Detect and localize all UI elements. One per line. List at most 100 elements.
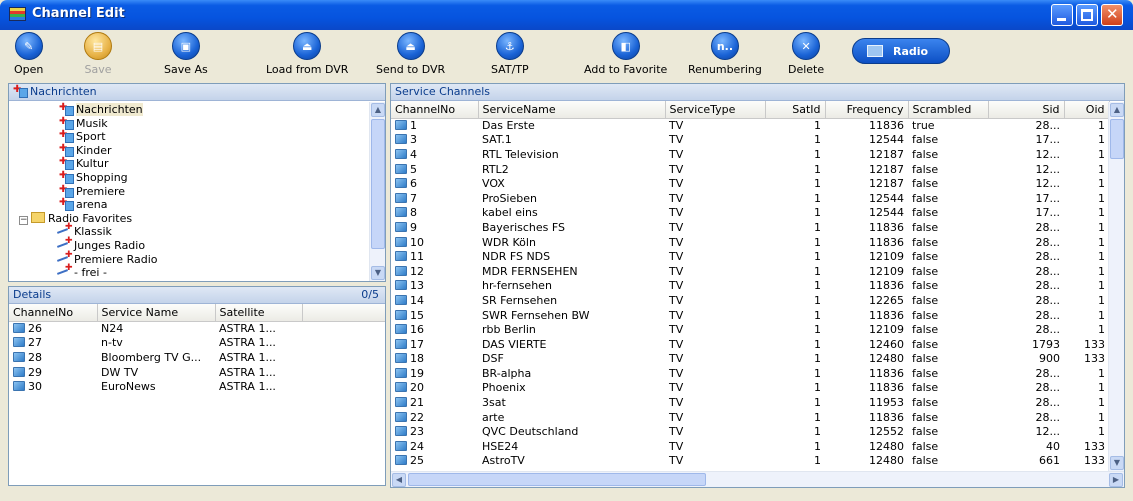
table-cell: 40 [1046,439,1060,453]
table-row[interactable]: 26 N24 ASTRA 1... [9,321,385,336]
service-scroll-right-icon[interactable]: ▶ [1109,473,1123,487]
table-row[interactable]: 11 NDR FS NDS TV 1 12109 false 28... 1 [391,249,1109,264]
table-cell: 11836 [869,235,904,249]
add-to-favorite-button[interactable]: ◧ Add to Favorite [584,32,667,76]
table-row[interactable]: 21 3sat TV 1 11953 false 28... 1 [391,395,1109,410]
tree-item-label: arena [76,198,108,212]
table-row[interactable]: 25 AstroTV TV 1 12480 false 661 133 [391,454,1109,469]
table-cell: 1 [814,264,821,278]
table-row[interactable]: 15 SWR Fernsehen BW TV 1 11836 false 28... 1 [391,308,1109,323]
maximize-button[interactable] [1076,4,1098,26]
tree-item[interactable]: - frei - [57,263,107,279]
table-row[interactable]: 22 arte TV 1 11836 false 28... 1 [391,410,1109,425]
table-row[interactable]: 12 MDR FERNSEHEN TV 1 12109 false 28... 1 [391,264,1109,279]
channel-number: 16 [410,323,424,337]
favorites-scrollbar[interactable]: ▲ ▼ [369,102,385,281]
table-row[interactable]: 16 rbb Berlin TV 1 12109 false 28... 1 [391,322,1109,337]
table-row[interactable]: 8 kabel eins TV 1 12544 false 17... 1 [391,206,1109,221]
service-hscrollbar[interactable]: ◀ ▶ [391,471,1124,487]
channel-number-cell: 22 [391,410,478,425]
table-cell: false [912,293,939,307]
table-row[interactable]: 23 QVC Deutschland TV 1 12552 false 12... 1 [391,424,1109,439]
tree-item[interactable]: Nachrichten [59,102,143,116]
scroll-down-arrow-icon[interactable]: ▼ [371,266,385,280]
table-row[interactable]: 28 Bloomberg TV G... ASTRA 1... [9,350,385,365]
save-button[interactable]: ▤ Save [84,32,112,76]
table-row[interactable]: 27 n-tv ASTRA 1... [9,336,385,351]
table-row[interactable]: 24 HSE24 TV 1 12480 false 40 133 [391,439,1109,454]
favorites-panel: Nachrichten NachrichtenMusikSportKinderK… [8,83,386,282]
table-row[interactable]: 6 VOX TV 1 12187 false 12... 1 [391,176,1109,191]
tree-item[interactable]: Kinder [59,143,112,157]
table-row[interactable]: 30 EuroNews ASTRA 1... [9,379,385,394]
column-header[interactable]: Satellite [215,304,303,322]
service-panel-header: Service Channels [391,84,1124,101]
table-cell: ASTRA 1... [219,365,276,379]
table-row[interactable]: 19 BR-alpha TV 1 11836 false 28... 1 [391,366,1109,381]
table-cell: EuroNews [101,380,156,394]
minimize-button[interactable] [1051,4,1073,26]
table-cell: 12460 [869,337,904,351]
table-row[interactable]: 14 SR Fernsehen TV 1 12265 false 28... 1 [391,293,1109,308]
service-vscrollbar[interactable]: ▲ ▼ [1108,102,1124,471]
service-scroll-left-icon[interactable]: ◀ [392,473,406,487]
table-cell: 1 [814,366,821,380]
service-scroll-up-icon[interactable]: ▲ [1110,103,1124,117]
service-vscroll-thumb[interactable] [1110,119,1124,159]
collapse-icon[interactable]: − [19,215,28,225]
table-row[interactable]: 29 DW TV ASTRA 1... [9,365,385,380]
table-cell: 1 [1098,250,1105,264]
table-row[interactable]: 4 RTL Television TV 1 12187 false 12... 1 [391,147,1109,162]
column-header[interactable]: ServiceName [478,101,666,119]
table-row[interactable]: 18 DSF TV 1 12480 false 900 133 [391,352,1109,367]
column-header[interactable]: Frequency [825,101,909,119]
radio-toggle-button[interactable]: Radio [852,38,950,64]
renumbering-button[interactable]: n.. Renumbering [688,32,762,76]
channel-number: 25 [410,454,424,468]
close-button[interactable]: ✕ [1101,4,1123,26]
send-to-dvr-button[interactable]: ⏏ Send to DVR [376,32,445,76]
tree-item[interactable]: Kultur [59,156,109,171]
open-button[interactable]: ✎ Open [14,32,43,76]
details-count: 0/5 [361,288,379,301]
table-row[interactable]: 9 Bayerisches FS TV 1 11836 false 28... 1 [391,220,1109,235]
table-row[interactable]: 5 RTL2 TV 1 12187 false 12... 1 [391,162,1109,177]
tree-item[interactable]: arena [59,197,108,212]
tree-item[interactable]: Shopping [59,170,128,184]
delete-button[interactable]: ✕ Delete [788,32,824,76]
table-row[interactable]: 13 hr-fernsehen TV 1 11836 false 28... 1 [391,279,1109,294]
save-as-button[interactable]: ▣ Save As [164,32,208,76]
table-row[interactable]: 10 WDR Köln TV 1 11836 false 28... 1 [391,235,1109,250]
table-row[interactable]: 7 ProSieben TV 1 12544 false 17... 1 [391,191,1109,206]
load-from-dvr-button[interactable]: ⏏ Load from DVR [266,32,348,76]
table-cell: 1 [814,250,821,264]
table-cell: false [912,366,939,380]
column-header[interactable]: Sid [988,101,1065,119]
channel-number-cell: 21 [391,395,478,410]
scroll-thumb[interactable] [371,119,385,249]
tree-item[interactable]: Musik [59,116,108,130]
column-header[interactable]: ChannelNo [9,304,98,322]
channel-icon [395,120,407,131]
scroll-up-arrow-icon[interactable]: ▲ [371,103,385,117]
table-row[interactable]: 20 Phoenix TV 1 11836 false 28... 1 [391,381,1109,396]
column-header[interactable]: SatId [765,101,826,119]
tree-item[interactable]: Premiere [59,184,125,198]
service-table: ChannelNo ServiceName ServiceType SatId Freq… [391,101,1110,468]
table-cell: 12... [1035,177,1061,191]
tree-item[interactable]: − Radio Favorites [19,211,132,225]
table-row[interactable]: 3 SAT.1 TV 1 12544 false 17... 1 [391,133,1109,148]
column-header[interactable]: Service Name [97,304,216,322]
table-cell: false [912,323,939,337]
column-header[interactable]: ChannelNo [391,101,479,119]
column-header[interactable]: Oid [1064,101,1110,119]
channel-number-cell: 7 [391,191,478,206]
table-row[interactable]: 17 DAS VIERTE TV 1 12460 false 1793 133 [391,337,1109,352]
column-header[interactable]: Scrambled [908,101,989,119]
table-row[interactable]: 1 Das Erste TV 1 11836 true 28... 1 [391,118,1109,133]
service-scroll-down-icon[interactable]: ▼ [1110,456,1124,470]
service-hscroll-thumb[interactable] [408,473,706,486]
tree-item[interactable]: Sport [59,129,106,144]
sat-tp-button[interactable]: ⚓ SAT/TP [491,32,529,76]
column-header[interactable]: ServiceType [665,101,766,119]
